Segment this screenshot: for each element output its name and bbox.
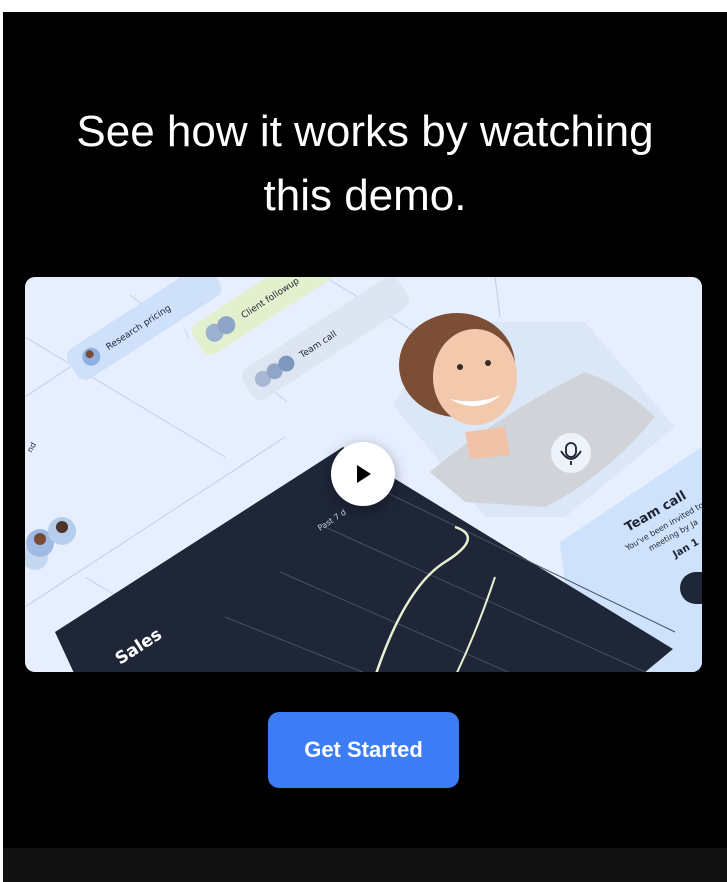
avatar-card xyxy=(393,313,675,517)
play-button[interactable] xyxy=(331,442,395,506)
get-started-button[interactable]: Get Started xyxy=(268,712,459,788)
microphone-icon[interactable] xyxy=(551,433,591,473)
demo-section: See how it works by watching this demo. xyxy=(3,12,727,848)
section-headline: See how it works by watching this demo. xyxy=(76,107,654,220)
page: See how it works by watching this demo. xyxy=(0,0,727,882)
team-avatars xyxy=(25,517,76,570)
demo-video[interactable]: Research pricing Client followup Team ca… xyxy=(25,277,702,672)
footer-bar xyxy=(3,848,727,882)
cut-label: nd xyxy=(25,441,38,454)
play-icon xyxy=(357,465,371,483)
